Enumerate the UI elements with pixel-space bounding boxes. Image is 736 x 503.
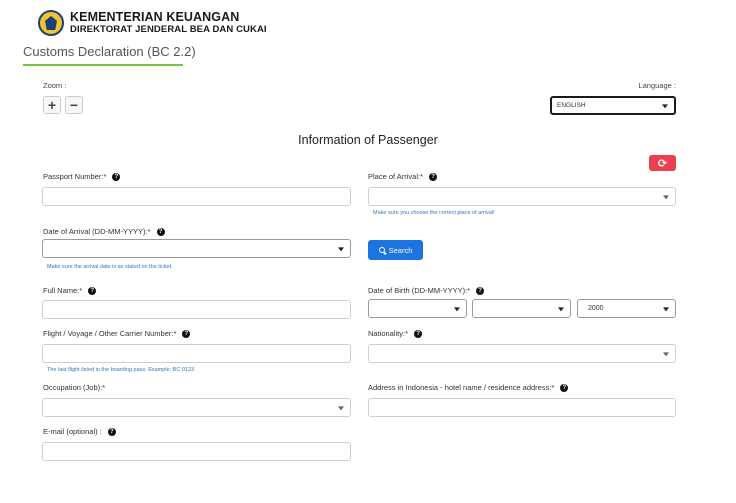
occupation-label-text: Occupation (Job):* (43, 383, 106, 392)
place-of-arrival-label-text: Place of Arrival:* (368, 172, 424, 181)
help-icon[interactable]: ? (429, 172, 438, 181)
section-title: Information of Passenger (298, 133, 438, 147)
search-button-label: Search (388, 245, 413, 255)
chevron-down-icon (338, 405, 344, 410)
site-header: KEMENTERIAN KEUANGAN DIREKTORAT JENDERAL… (38, 8, 267, 38)
help-icon[interactable]: ? (414, 329, 423, 338)
flight-number-label-text: Flight / Voyage / Other Carrier Number:* (43, 329, 177, 338)
language-select[interactable]: ENGLISH (550, 96, 676, 115)
chevron-down-icon (663, 194, 669, 199)
passport-number-label-text: Passport Number:* (43, 172, 107, 181)
refresh-icon: ⟳ (657, 157, 668, 170)
date-of-arrival-label: Date of Arrival (DD-MM-YYYY):* ? (43, 227, 165, 236)
language-label: Language : (638, 81, 676, 90)
date-of-arrival-label-text: Date of Arrival (DD-MM-YYYY):* (43, 227, 151, 236)
zoom-out-button[interactable]: − (65, 96, 83, 114)
full-name-label-text: Full Name:* (43, 286, 83, 295)
brand-text: KEMENTERIAN KEUANGAN DIREKTORAT JENDERAL… (70, 11, 267, 34)
nationality-label: Nationality:* ? (368, 329, 423, 338)
occupation-select[interactable] (42, 398, 351, 417)
sub-org-name: DIREKTORAT JENDERAL BEA DAN CUKAI (70, 23, 267, 35)
full-name-label: Full Name:* ? (43, 286, 97, 295)
place-of-arrival-hint: Make sure you choose the correct place o… (373, 210, 495, 216)
help-icon[interactable]: ? (107, 427, 116, 436)
occupation-label: Occupation (Job):* (43, 383, 105, 392)
page-title: Customs Declaration (BC 2.2) (23, 44, 196, 59)
dob-year-select[interactable]: 2000 (577, 299, 676, 318)
date-of-birth-label-text: Date of Birth (DD-MM-YYYY):* (368, 286, 471, 295)
address-label-text: Address in Indonesia - hotel name / resi… (368, 383, 555, 392)
email-label: E-mail (optional) : ? (43, 427, 116, 436)
date-of-arrival-select[interactable] (42, 239, 351, 258)
chevron-down-icon (558, 306, 564, 311)
language-selected-value: ENGLISH (557, 102, 586, 109)
chevron-down-icon (663, 306, 669, 311)
help-icon[interactable]: ? (476, 286, 485, 295)
chevron-down-icon (662, 103, 668, 108)
place-of-arrival-label: Place of Arrival:* ? (368, 172, 438, 181)
place-of-arrival-select[interactable] (368, 187, 676, 206)
refresh-button[interactable]: ⟳ (649, 155, 676, 171)
passport-number-input[interactable] (42, 187, 351, 206)
zoom-in-button[interactable]: + (43, 96, 61, 114)
passport-number-label: Passport Number:* ? (43, 172, 121, 181)
dob-month-select[interactable] (472, 299, 571, 318)
dob-year-value: 2000 (588, 305, 604, 312)
help-icon[interactable]: ? (112, 172, 121, 181)
date-of-arrival-hint: Make sure the arrival date is as stated … (47, 264, 173, 270)
flight-number-input[interactable] (42, 344, 351, 363)
help-icon[interactable]: ? (560, 383, 569, 392)
chevron-down-icon (454, 306, 460, 311)
zoom-label: Zoom : (43, 81, 67, 90)
help-icon[interactable]: ? (182, 329, 191, 338)
chevron-down-icon (663, 351, 669, 356)
email-label-text: E-mail (optional) : (43, 427, 102, 436)
help-icon[interactable]: ? (88, 286, 97, 295)
address-input[interactable] (368, 398, 676, 417)
address-label: Address in Indonesia - hotel name / resi… (368, 383, 569, 392)
date-of-birth-label: Date of Birth (DD-MM-YYYY):* ? (368, 286, 485, 295)
flight-number-hint: The last flight listed in the boarding p… (47, 367, 195, 373)
full-name-input[interactable] (42, 300, 351, 319)
help-icon[interactable]: ? (156, 227, 165, 236)
search-icon (378, 247, 385, 253)
dob-day-select[interactable] (368, 299, 467, 318)
search-button[interactable]: Search (368, 240, 423, 260)
flight-number-label: Flight / Voyage / Other Carrier Number:*… (43, 329, 191, 338)
title-underline (23, 64, 183, 66)
email-input[interactable] (42, 442, 351, 461)
nationality-select[interactable] (368, 344, 676, 363)
nationality-label-text: Nationality:* (368, 329, 409, 338)
org-name: KEMENTERIAN KEUANGAN (70, 10, 240, 25)
chevron-down-icon (338, 246, 344, 251)
ministry-logo-icon (38, 10, 64, 36)
